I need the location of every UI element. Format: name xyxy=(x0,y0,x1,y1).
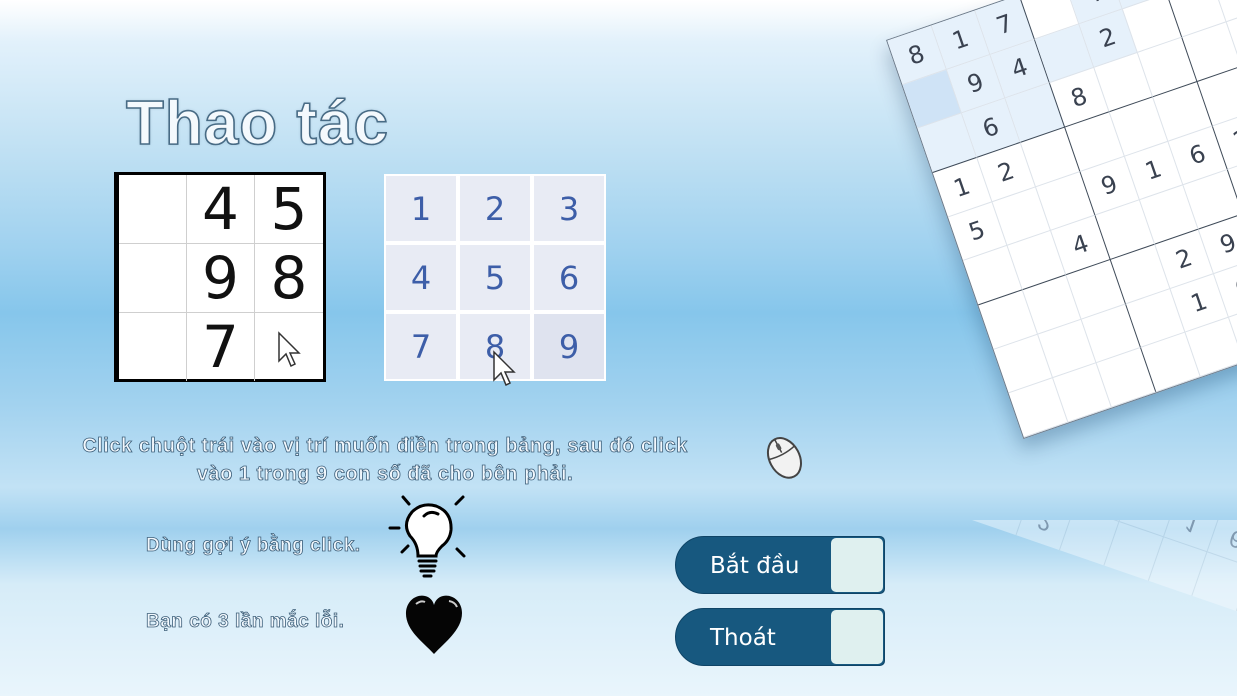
reflection-grid: 127591624829131682 xyxy=(972,520,1237,657)
numpad-key-9: 9 xyxy=(534,314,604,379)
lightbulb-icon xyxy=(388,494,468,582)
numpad-key-7: 7 xyxy=(386,314,456,379)
exit-button[interactable]: Thoát xyxy=(675,608,885,666)
demo-cell-selected xyxy=(255,313,323,381)
numpad-key-5: 5 xyxy=(460,245,530,310)
arrow-cursor-icon xyxy=(277,331,301,369)
start-button[interactable]: Bắt đầu xyxy=(675,536,885,594)
numpad-key-4: 4 xyxy=(386,245,456,310)
demo-cell: 5 xyxy=(255,175,323,244)
numpad-key-1: 1 xyxy=(386,176,456,241)
mouse-icon xyxy=(758,434,810,480)
demo-cell: 9 xyxy=(187,244,255,313)
demo-cell xyxy=(119,175,187,244)
demo-cell xyxy=(119,313,187,381)
demo-cell: 7 xyxy=(187,313,255,381)
exit-button-label: Thoát xyxy=(710,609,776,665)
number-pad: 1 2 3 4 5 6 7 8 9 xyxy=(384,174,606,381)
lives-text: Bạn có 3 lần mắc lỗi. xyxy=(146,611,344,633)
decorative-board-reflection: 127591624829131682 xyxy=(960,520,1237,700)
demo-cell: 8 xyxy=(255,244,323,313)
numpad-key-8: 8 xyxy=(460,314,530,379)
page-title: Thao tác xyxy=(126,88,389,159)
numpad-key-3: 3 xyxy=(534,176,604,241)
decorative-sudoku-board: 817458594276868127591624829131682 xyxy=(886,0,1237,439)
numpad-key-2: 2 xyxy=(460,176,530,241)
start-button-knob xyxy=(831,538,883,592)
hint-text: Dùng gợi ý bằng click. xyxy=(146,535,361,557)
numpad-key-6: 6 xyxy=(534,245,604,310)
instructions-line-2: vào 1 trong 9 con số đã cho bên phải. xyxy=(20,460,750,488)
instructions-text: Click chuột trái vào vị trí muốn điền tr… xyxy=(20,432,750,488)
demo-cell xyxy=(119,244,187,313)
arrow-cursor-icon xyxy=(492,350,516,388)
demo-sudoku-grid: 4 5 9 8 7 xyxy=(114,172,326,382)
demo-cell: 4 xyxy=(187,175,255,244)
exit-button-knob xyxy=(831,610,883,664)
heart-icon xyxy=(403,592,465,656)
start-button-label: Bắt đầu xyxy=(710,537,799,593)
instructions-line-1: Click chuột trái vào vị trí muốn điền tr… xyxy=(20,432,750,460)
